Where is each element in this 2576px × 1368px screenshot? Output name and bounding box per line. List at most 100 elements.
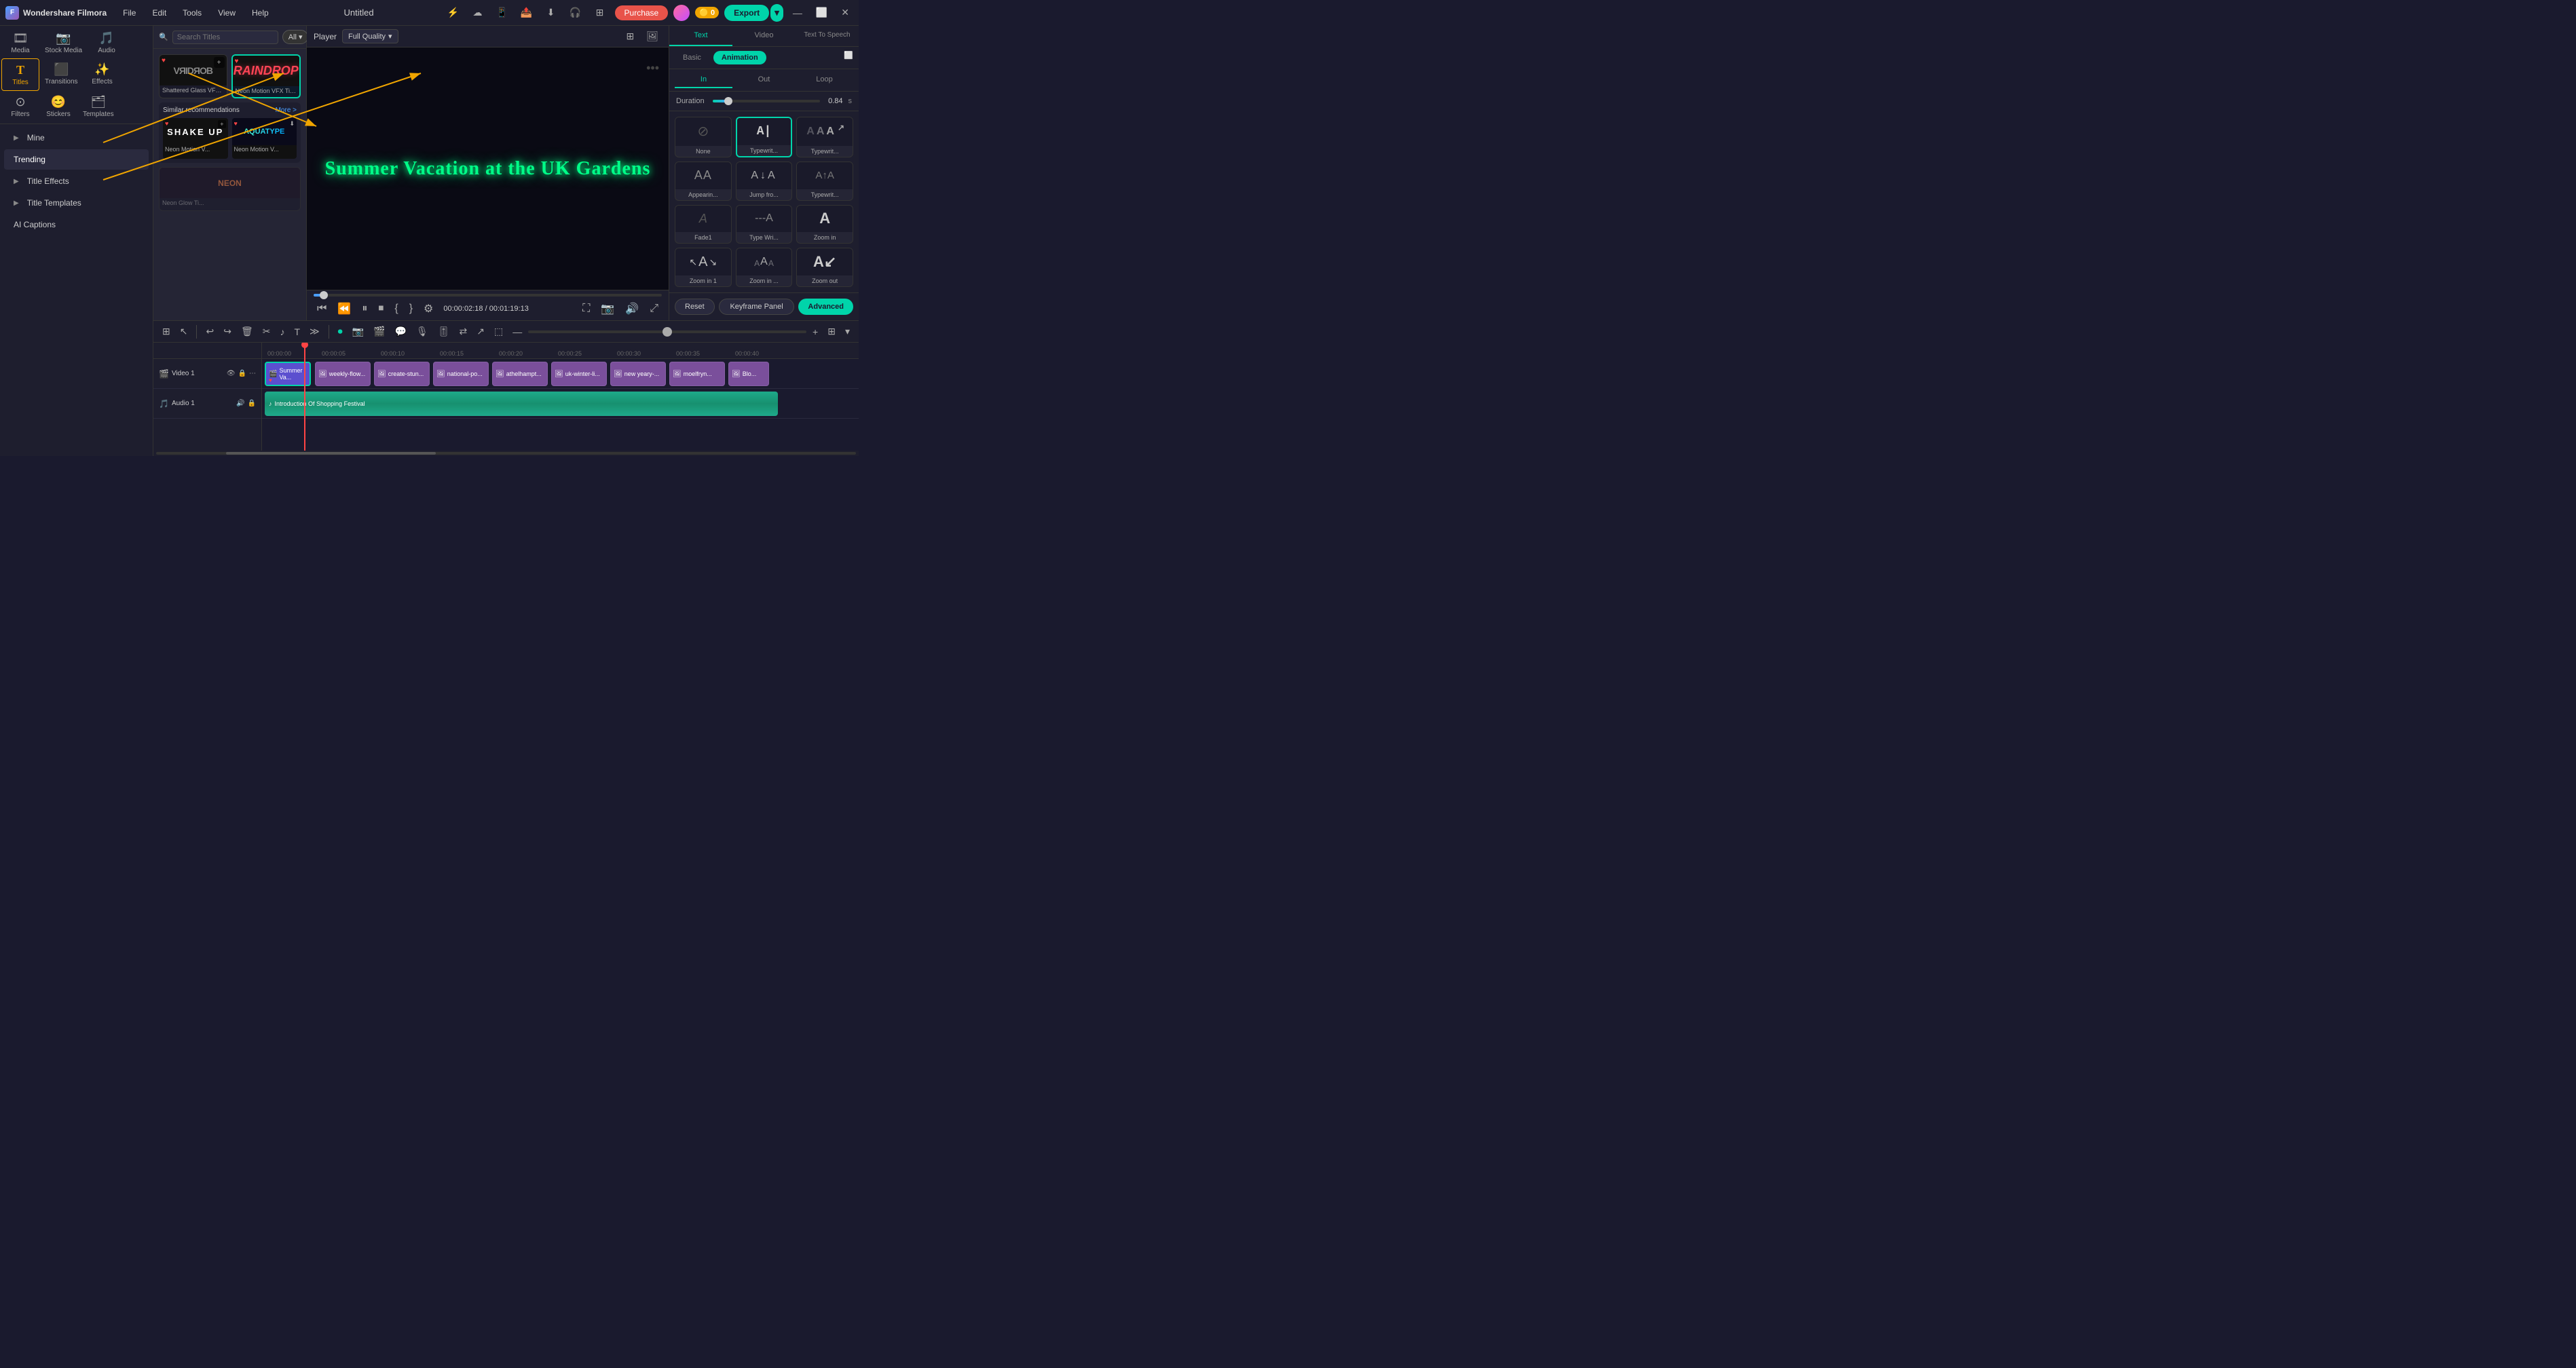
- reset-button[interactable]: Reset: [675, 299, 715, 315]
- user-avatar[interactable]: [673, 5, 690, 21]
- download-icon[interactable]: ⬇: [542, 3, 561, 22]
- mic-button[interactable]: 🎙: [413, 324, 432, 339]
- nav-tab-templates[interactable]: 🗂 Templates: [77, 91, 119, 122]
- duration-slider[interactable]: [713, 100, 821, 102]
- redo-button[interactable]: ↪: [220, 324, 235, 339]
- effect-zoominmore[interactable]: AAA Zoom in ...: [736, 248, 793, 287]
- effect-typewrite1[interactable]: A| Typewrit...: [736, 117, 793, 157]
- rewind-button[interactable]: ⏮: [314, 301, 330, 316]
- video-clip-5[interactable]: 🖼 uk-winter-li...: [551, 362, 607, 386]
- stop-button[interactable]: ⏹: [375, 301, 387, 316]
- nav-tab-effects[interactable]: ✨ Effects: [83, 58, 122, 91]
- cloud-icon[interactable]: ☁: [468, 3, 487, 22]
- similar-card-aqua[interactable]: AQUATYPE ♥ ⬇ Neon Motion V...: [232, 118, 297, 159]
- keyframe-panel-button[interactable]: Keyframe Panel: [719, 299, 795, 315]
- subtitle-button[interactable]: 💬: [392, 324, 410, 339]
- settings-button[interactable]: ⤢: [646, 301, 662, 316]
- video-clip-4[interactable]: 🖼 athelhampt...: [492, 362, 548, 386]
- anim-tab-loop[interactable]: Loop: [796, 72, 853, 88]
- effect-zoomout[interactable]: A↙ Zoom out: [796, 248, 853, 287]
- more-tools[interactable]: ≫: [306, 324, 323, 339]
- effect-fade1[interactable]: A Fade1: [675, 205, 732, 244]
- nav-tab-media[interactable]: 🎞 Media: [1, 27, 39, 58]
- add-track-button[interactable]: ⊞: [159, 324, 174, 339]
- text-button[interactable]: T: [291, 324, 303, 339]
- scrollbar-track[interactable]: [156, 452, 856, 455]
- right-tab-video[interactable]: Video: [732, 26, 796, 46]
- effect-typewrite4[interactable]: ---A Type Wri...: [736, 205, 793, 244]
- nav-tab-stock-media[interactable]: 📷 Stock Media: [39, 27, 88, 58]
- sidebar-item-trending[interactable]: Trending: [4, 149, 149, 170]
- nav-tab-stickers[interactable]: 😊 Stickers: [39, 91, 77, 122]
- cut-button[interactable]: ✂: [259, 324, 274, 339]
- clip-settings[interactable]: 🎬: [370, 324, 388, 339]
- title-card-raindrop[interactable]: RAINDROP ♥ Neon Motion VFX Titl...: [231, 54, 301, 98]
- sub-tab-basic[interactable]: Basic: [675, 51, 709, 64]
- zoom-slider[interactable]: [528, 330, 806, 333]
- effect-typewrite2[interactable]: AAA↗ Typewrit...: [796, 117, 853, 157]
- zoom-out-tl[interactable]: —: [509, 324, 525, 339]
- nav-tab-transitions[interactable]: ⬛ Transitions: [39, 58, 83, 91]
- audio-track-mute[interactable]: 🔊: [236, 400, 244, 407]
- effect-jumpfrom[interactable]: A↓A Jump fro...: [736, 162, 793, 201]
- camera-button[interactable]: 📷: [597, 301, 618, 317]
- export-dropdown[interactable]: ▾: [770, 4, 783, 22]
- fullscreen-button[interactable]: ⛶: [579, 301, 593, 316]
- mark-in-button[interactable]: {: [391, 301, 401, 316]
- sidebar-item-mine[interactable]: ▶ Mine: [4, 128, 149, 148]
- effect-zoomin[interactable]: A Zoom in: [796, 205, 853, 244]
- undo-button[interactable]: ↩: [202, 324, 217, 339]
- audio-clip-1[interactable]: ♪ Introduction Of Shopping Festival: [265, 392, 778, 416]
- sidebar-item-ai-captions[interactable]: AI Captions: [4, 214, 149, 235]
- share-icon[interactable]: 📤: [517, 3, 536, 22]
- more-link[interactable]: More >: [276, 107, 297, 114]
- volume-button[interactable]: 🔊: [622, 301, 642, 317]
- minimize-button[interactable]: —: [789, 6, 806, 20]
- video-player[interactable]: Summer Vacation at the UK Gardens •••: [307, 48, 669, 290]
- transition2-button[interactable]: ⇄: [456, 324, 471, 339]
- similar-card-shake[interactable]: SHAKE UP ♥ + Neon Motion V...: [163, 118, 228, 159]
- close-button[interactable]: ✕: [837, 5, 853, 20]
- duration-thumb[interactable]: [724, 97, 732, 105]
- progress-bar[interactable]: [314, 294, 662, 297]
- nav-tab-audio[interactable]: 🎵 Audio: [88, 27, 126, 58]
- right-tab-tts[interactable]: Text To Speech: [796, 26, 859, 46]
- auto-save-icon[interactable]: ⚡: [444, 3, 463, 22]
- nav-tab-titles[interactable]: T Titles: [1, 58, 39, 91]
- scrollbar-thumb[interactable]: [226, 452, 436, 455]
- export-button[interactable]: Export: [724, 5, 769, 21]
- anim-tab-in[interactable]: In: [675, 72, 732, 88]
- mark-out-button[interactable]: }: [406, 301, 416, 316]
- multi-track[interactable]: 🎚: [434, 324, 453, 339]
- purchase-button[interactable]: Purchase: [615, 5, 669, 20]
- effect-zoomin1[interactable]: ↖A↘ Zoom in 1: [675, 248, 732, 287]
- filter-dropdown[interactable]: All ▾: [282, 30, 309, 44]
- playhead[interactable]: [304, 343, 305, 451]
- video-clip-3[interactable]: 🖼 national-po...: [433, 362, 489, 386]
- anim-tab-out[interactable]: Out: [735, 72, 793, 88]
- maximize-button[interactable]: ⬜: [812, 5, 832, 20]
- video-clip-1[interactable]: 🖼 weekly-flow...: [315, 362, 371, 386]
- menu-view[interactable]: View: [212, 5, 241, 20]
- split-button[interactable]: ⚙: [420, 301, 436, 317]
- image-view-button[interactable]: 🖼: [643, 28, 662, 44]
- grid-view-tl[interactable]: ⊞: [824, 324, 839, 339]
- speed-button[interactable]: ↗: [473, 324, 488, 339]
- video-clip-2[interactable]: 🖼 create-stun...: [374, 362, 430, 386]
- grid-view-button[interactable]: ⊞: [622, 28, 637, 44]
- video-track-more[interactable]: ⋯: [249, 370, 256, 377]
- sub-tab-animation[interactable]: Animation: [713, 51, 766, 64]
- zoom-in-tl[interactable]: +: [809, 324, 821, 339]
- nav-tab-filters[interactable]: ⊙ Filters: [1, 91, 39, 122]
- effect-none[interactable]: ⊘ None: [675, 117, 732, 157]
- quality-select[interactable]: Full Quality ▾: [342, 29, 398, 43]
- audio-button[interactable]: ♪: [276, 324, 288, 339]
- right-tab-text[interactable]: Text: [669, 26, 732, 46]
- title-card-extra1[interactable]: NEON Neon Glow Ti...: [159, 167, 301, 211]
- menu-help[interactable]: Help: [246, 5, 274, 20]
- zoom-thumb[interactable]: [662, 327, 672, 337]
- device-icon[interactable]: 📱: [493, 3, 512, 22]
- frame-back-button[interactable]: ⏪: [334, 301, 354, 317]
- headphone-icon[interactable]: 🎧: [566, 3, 585, 22]
- progress-thumb[interactable]: [320, 291, 328, 299]
